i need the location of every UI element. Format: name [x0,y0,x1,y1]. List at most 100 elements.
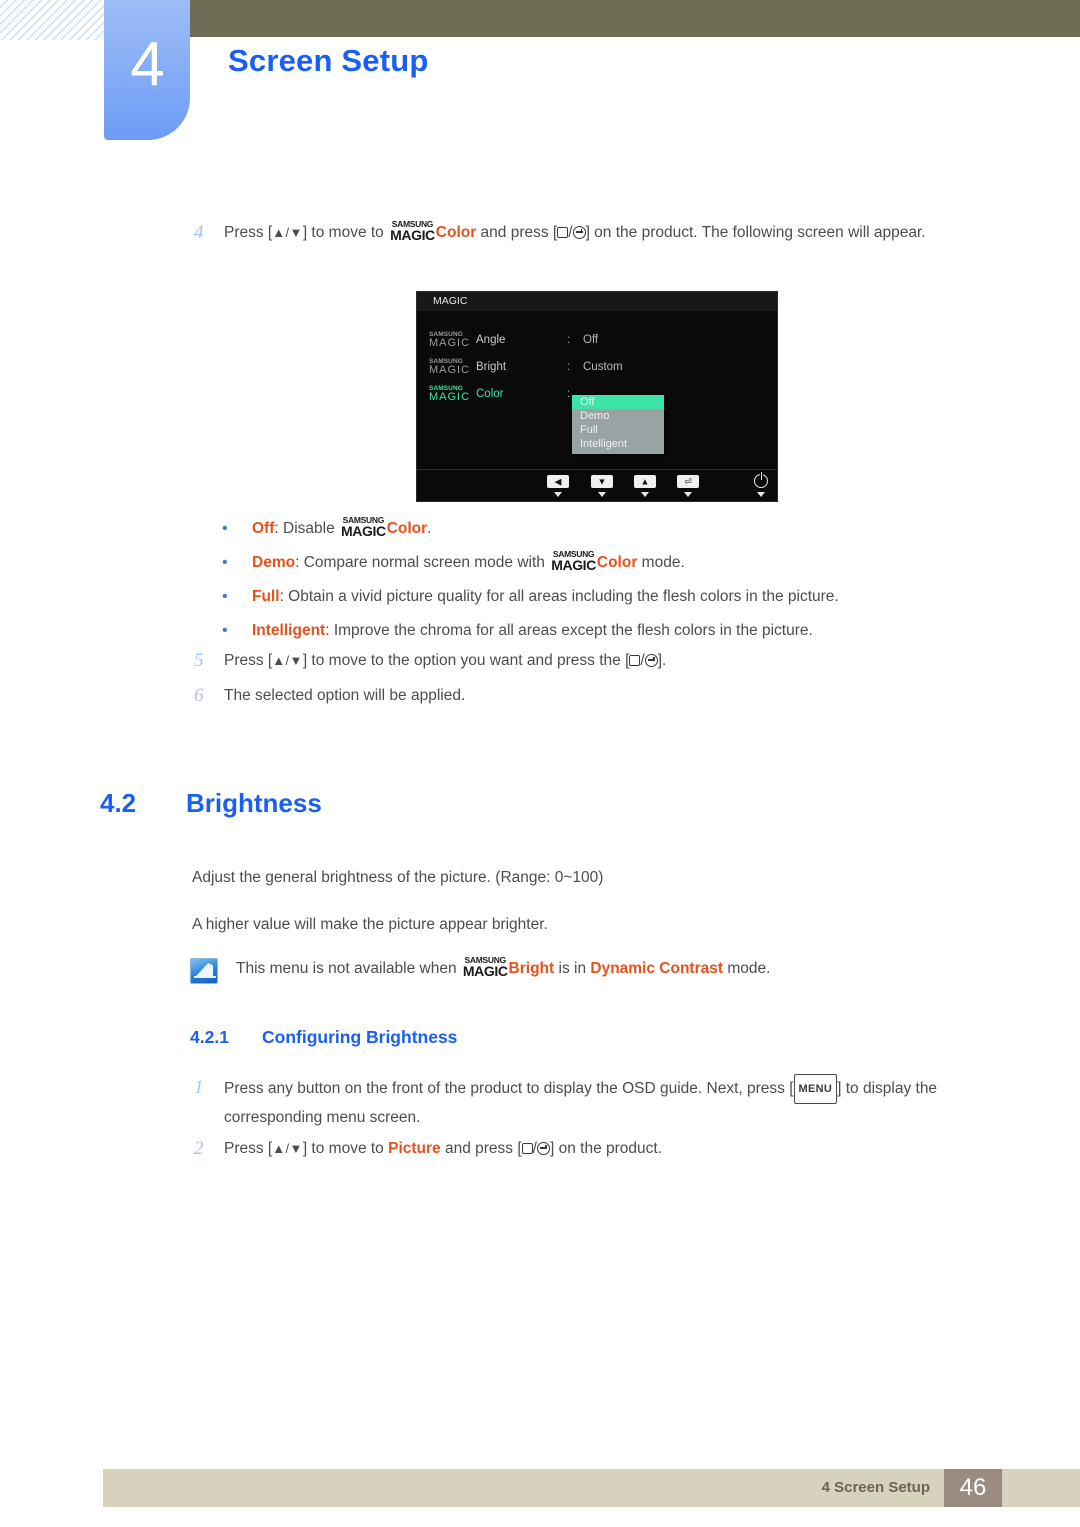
step-5-number: 5 [194,650,204,671]
samsung-magic-logo: SAMSUNG MAGIC [390,219,435,243]
footer-chapter-label: 4 Screen Setup [821,1479,930,1496]
note-icon [190,958,218,984]
section-4-2-1-step-2: 2 Press [▲/▼] to move to Picture and pre… [180,1135,1020,1163]
osd-left-button[interactable]: ◀ [547,475,569,488]
osd-row-angle-value: Off [583,333,599,346]
chapter-title: Screen Setup [228,43,429,78]
enter-icon [536,1142,550,1155]
step-4-text: Press [▲ / ▼] to move to SAMSUNG MAGIC Color… [224,219,1010,247]
osd-row-angle-label: Angle [476,333,506,346]
bullet-off: • Off: Disable SAMSUNG MAGIC Color. [0,512,1080,546]
menu-square-icon [557,227,569,238]
osd-row-color-label: Color [476,387,504,400]
down-arrow-icon: ▼ [289,653,303,668]
bullet-full: • Full: Obtain a vivid picture quality f… [0,580,1080,614]
osd-row-bright-label: Bright [476,360,507,373]
step-4-number: 4 [194,222,204,243]
osd-down-button[interactable]: ▼ [591,475,613,488]
osd-row-angle[interactable]: SAMSUNG MAGIC Angle : Off [417,326,777,353]
bullet-full-text: Full: Obtain a vivid picture quality for… [252,588,839,605]
section-4-2-1-number: 4.2.1 [190,1027,229,1047]
decorative-hatch-pattern [0,0,104,40]
osd-option-full[interactable]: Full [572,423,664,437]
osd-enter-button[interactable]: ⏎ [677,475,699,488]
bullet-demo: • Demo: Compare normal screen mode with … [0,546,1080,580]
step-6-text: The selected option will be applied. [224,687,466,704]
section-4-2-heading: 4.2 Brightness [100,788,322,819]
step-4-t3: and press [ [476,224,558,241]
page-footer: 4 Screen Setup 46 [103,1469,1080,1507]
down-arrow-icon: ▼ [289,1141,303,1156]
magic-color-label: Color [435,224,477,241]
step-2-text: Press [▲/▼] to move to Picture and press… [224,1140,663,1157]
samsung-magic-logo: SAMSUNG MAGIC [551,549,596,573]
osd-option-intelligent[interactable]: Intelligent [572,437,664,451]
note-block: This menu is not available when SAMSUNG M… [190,956,770,984]
osd-down-button-tick [598,492,606,497]
brightness-paragraph-2: A higher value will make the picture app… [192,916,548,933]
color-option-list: • Off: Disable SAMSUNG MAGIC Color. • Demo… [0,512,1080,648]
step-2-number: 2 [194,1138,204,1159]
menu-square-icon [521,1143,533,1154]
enter-icon [644,654,658,667]
step-4-t4: / [568,224,573,241]
chapter-number: 4 [130,30,164,99]
osd-row-color-colon: : [567,387,571,400]
bullet-demo-text: Demo: Compare normal screen mode with SA… [252,549,685,573]
note-text: This menu is not available when SAMSUNG M… [236,955,771,979]
up-arrow-icon: ▲ [272,653,286,668]
menu-key-icon: MENU [793,1074,838,1104]
bullet-icon: • [222,622,228,639]
step-6: 6 The selected option will be applied. [180,682,1010,710]
page-number-badge: 46 [944,1469,1002,1507]
osd-up-button[interactable]: ▲ [634,475,656,488]
osd-option-off[interactable]: Off [572,395,664,409]
osd-button-bar: ◀ ▼ ▲ ⏎ [417,469,777,501]
step-4-t5: ] on the product. The following screen w… [585,224,926,241]
samsung-magic-logo: SAMSUNG MAGIC [341,515,386,539]
samsung-magic-logo: SAMSUNG MAGIC [462,955,508,979]
osd-power-button-tick [757,492,765,497]
osd-menu-screenshot: MAGIC SAMSUNG MAGIC Angle : Off SAMSUNG … [416,291,778,502]
bullet-intelligent-text: Intelligent: Improve the chroma for all … [252,622,813,639]
menu-square-icon [629,655,641,666]
step-4-t2: ] to move to [302,224,389,241]
dynamic-contrast-label: Dynamic Contrast [590,960,724,977]
bullet-icon: • [222,588,228,605]
osd-row-angle-colon: : [567,333,571,346]
manual-page: 4 Screen Setup 4 Press [▲/▼] to move to … [0,0,1080,1527]
osd-samsung-magic-logo: SAMSUNG MAGIC [429,357,471,376]
bullet-icon: • [222,554,228,571]
osd-samsung-magic-logo: SAMSUNG MAGIC [429,384,471,403]
magic-bright-label: Bright [508,960,555,977]
enter-icon [572,226,586,239]
section-4-2-title: Brightness [186,788,322,818]
osd-row-bright[interactable]: SAMSUNG MAGIC Bright : Custom [417,353,777,380]
bullet-icon: • [222,520,228,537]
section-4-2-1-step-1: 1 Press any button on the front of the p… [180,1074,1020,1132]
step-1-text: Press any button on the front of the pro… [224,1074,1020,1132]
step-6-number: 6 [194,685,204,706]
power-icon[interactable] [754,472,768,488]
osd-option-demo[interactable]: Demo [572,409,664,423]
step-5-text: Press [▲/▼] to move to the option you wa… [224,652,667,669]
step-4-t1: Press [ [224,224,273,241]
osd-title: MAGIC [417,292,777,311]
bullet-off-text: Off: Disable SAMSUNG MAGIC Color. [252,515,432,539]
osd-up-button-tick [641,492,649,497]
osd-enter-button-tick [684,492,692,497]
down-arrow-icon: ▼ [289,225,303,240]
section-4-2-1-title: Configuring Brightness [262,1027,458,1047]
step-4: 4 Press [▲ / ▼] to move to SAMSUNG MAGIC Col… [180,219,1010,247]
osd-row-bright-value: Custom [583,360,623,373]
osd-samsung-magic-logo: SAMSUNG MAGIC [429,330,471,349]
bullet-intelligent: • Intelligent: Improve the chroma for al… [0,614,1080,648]
step-5: 5 Press [▲/▼] to move to the option you … [180,647,1010,675]
section-4-2-number: 4.2 [100,788,137,818]
chapter-tab: 4 [104,0,190,140]
section-4-2-1-heading: 4.2.1 Configuring Brightness [190,1027,457,1048]
picture-menu-label: Picture [388,1140,441,1157]
osd-row-bright-colon: : [567,360,571,373]
up-arrow-icon: ▲ [272,225,286,240]
osd-color-dropdown[interactable]: Off Demo Full Intelligent [572,395,664,454]
